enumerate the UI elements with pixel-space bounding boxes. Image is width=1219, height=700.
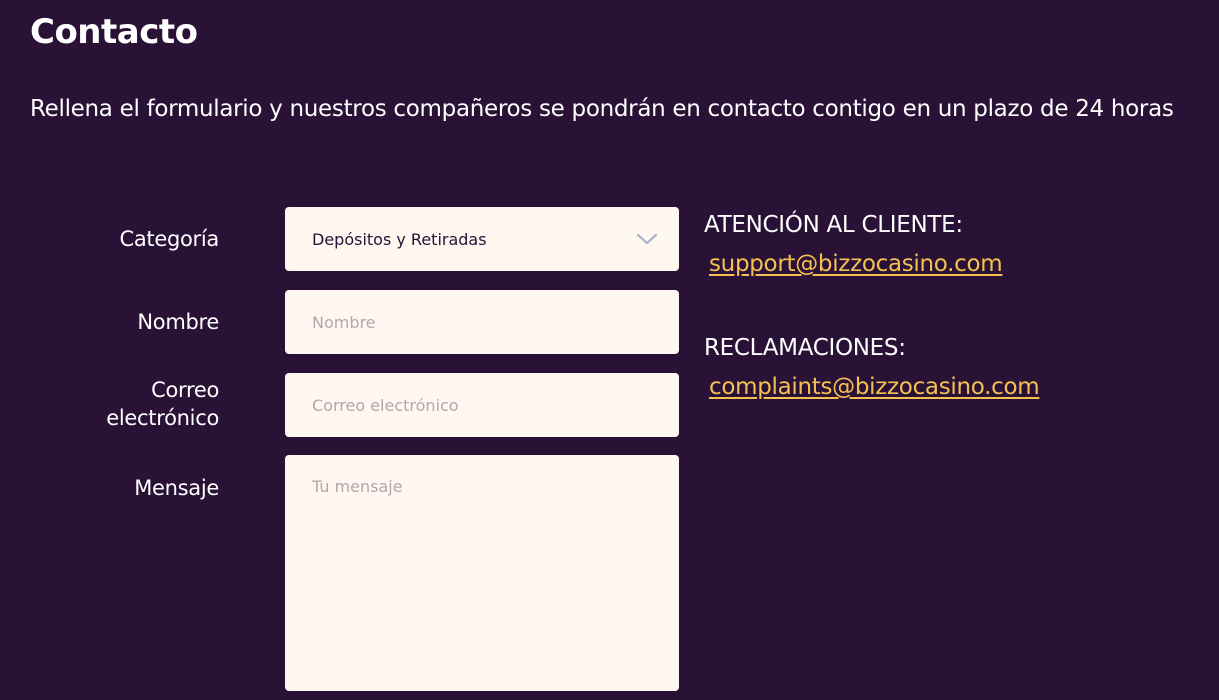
name-input[interactable]: Nombre	[285, 290, 679, 354]
message-textarea[interactable]: Tu mensaje	[285, 455, 679, 691]
email-input[interactable]: Correo electrónico	[285, 373, 679, 437]
email-label-line2: electrónico	[106, 406, 219, 430]
category-select[interactable]: Depósitos y Retiradas	[285, 207, 679, 271]
page-title: Contacto	[30, 12, 198, 52]
page-description: Rellena el formulario y nuestros compañe…	[30, 96, 1174, 122]
email-label: Correo electrónico	[106, 376, 219, 432]
email-placeholder: Correo electrónico	[312, 395, 459, 415]
chevron-down-icon[interactable]	[635, 227, 659, 251]
email-label-line1: Correo	[151, 378, 219, 402]
complaints-email-link[interactable]: complaints@bizzocasino.com	[709, 374, 1040, 400]
message-placeholder: Tu mensaje	[312, 477, 403, 496]
category-label: Categoría	[119, 227, 219, 251]
complaints-heading: RECLAMACIONES:	[704, 335, 906, 361]
support-heading: ATENCIÓN AL CLIENTE:	[704, 212, 963, 238]
category-selected-value: Depósitos y Retiradas	[312, 229, 487, 249]
message-label: Mensaje	[134, 476, 219, 500]
support-email-link[interactable]: support@bizzocasino.com	[709, 251, 1003, 277]
name-label: Nombre	[137, 310, 219, 334]
name-placeholder: Nombre	[312, 312, 376, 332]
